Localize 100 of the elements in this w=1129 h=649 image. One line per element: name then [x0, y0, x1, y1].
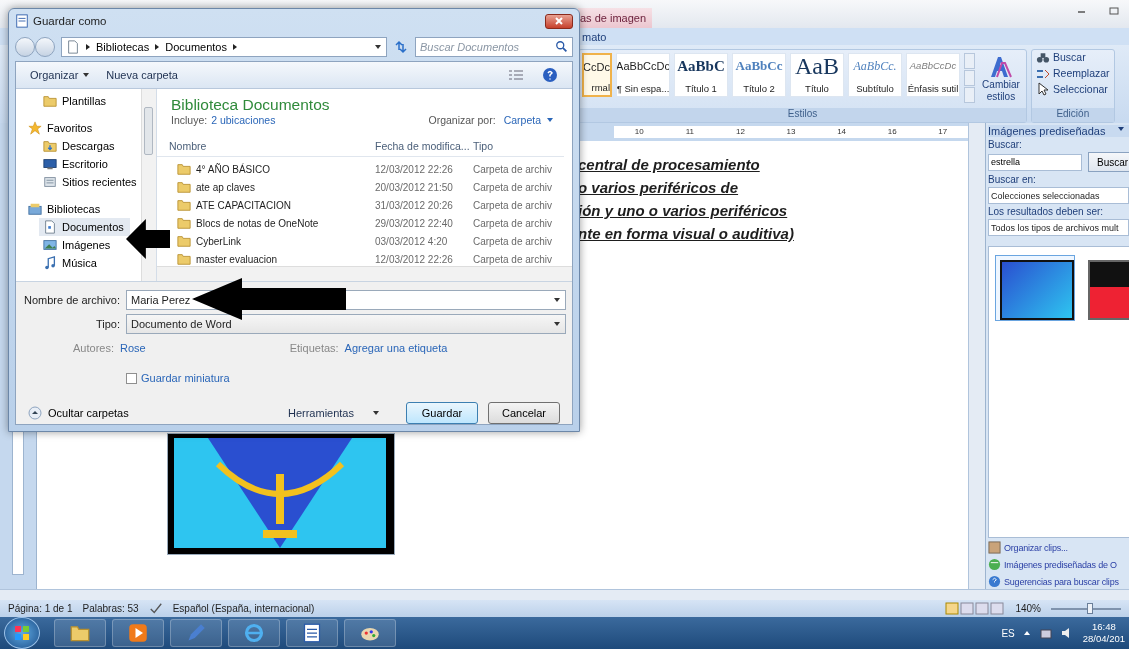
navigation-item[interactable]: Imágenes	[39, 236, 117, 254]
vertical-scrollbar[interactable]	[968, 123, 985, 589]
tags-link[interactable]: Agregar una etiqueta	[344, 342, 448, 354]
clipart-thumbnail[interactable]	[995, 255, 1075, 321]
navigation-item[interactable]: Escritorio	[39, 155, 114, 173]
help-icon	[988, 575, 1001, 588]
navigation-item[interactable]: Favoritos	[24, 119, 99, 137]
ruler-number: 17	[917, 126, 969, 138]
hide-folders-button[interactable]: Ocultar carpetas	[28, 406, 129, 420]
caret-icon	[553, 296, 561, 304]
back-button[interactable]	[15, 37, 35, 57]
restore-icon[interactable]	[1109, 6, 1119, 16]
authors-value[interactable]: Rose	[120, 342, 146, 354]
zoom-level[interactable]: 140%	[1015, 603, 1041, 614]
column-header[interactable]: Nombre	[157, 140, 375, 152]
locations-link[interactable]: 2 ubicaciones	[211, 114, 276, 126]
contextual-tab[interactable]: as de imagen	[578, 8, 653, 28]
zoom-thumb[interactable]	[1086, 602, 1093, 614]
taskbar-button[interactable]	[344, 619, 396, 647]
view-list-icon[interactable]	[508, 68, 524, 82]
ribbon-button[interactable]: Reemplazar	[1036, 66, 1110, 80]
proofing-icon[interactable]	[148, 601, 163, 616]
collections-dropdown[interactable]: Colecciones seleccionadas	[988, 187, 1129, 204]
ribbon-button[interactable]: Seleccionar	[1036, 82, 1108, 96]
horizontal-scrollbar[interactable]	[157, 266, 572, 281]
file-date: 31/03/2012 20:26	[375, 199, 454, 211]
taskbar-button[interactable]	[286, 619, 338, 647]
style-option[interactable]: CcDc rmal	[582, 53, 612, 97]
clock-date[interactable]: 28/04/201	[1082, 633, 1125, 645]
checkbox-label[interactable]: Guardar miniatura	[141, 372, 230, 384]
caret-icon	[374, 43, 382, 51]
taskbar-button[interactable]	[54, 619, 106, 647]
file-date: 03/03/2012 4:20	[375, 235, 449, 247]
navigation-item[interactable]: Descargas	[39, 137, 121, 155]
caret-icon	[82, 71, 91, 79]
arrange-dropdown[interactable]: Carpeta	[503, 114, 554, 126]
picture-icon	[43, 238, 57, 252]
library-title: Biblioteca Documentos	[171, 96, 330, 114]
column-header[interactable]: Tipo	[473, 140, 564, 152]
clipart-drawing[interactable]	[167, 433, 395, 555]
play-icon	[128, 623, 148, 643]
help-icon[interactable]	[542, 67, 558, 83]
caret-icon	[372, 409, 380, 417]
toolbar-button[interactable]: Organizar	[30, 69, 91, 81]
file-types-dropdown[interactable]: Todos los tipos de archivos mult	[988, 219, 1129, 236]
forward-button[interactable]	[35, 37, 55, 57]
ribbon-button[interactable]: Buscar	[1036, 50, 1086, 64]
file-type-dropdown[interactable]: Documento de Word	[126, 314, 566, 334]
taskbar-button[interactable]	[112, 619, 164, 647]
caret-icon	[553, 320, 561, 328]
refresh-icon[interactable]	[393, 39, 409, 55]
save-button[interactable]: Guardar	[406, 402, 478, 424]
navigation-item[interactable]: Documentos	[39, 218, 130, 236]
clock-time[interactable]: 16:48	[1091, 621, 1116, 633]
group-label: Edición	[1032, 108, 1114, 122]
field-label: Buscar en:	[988, 174, 1037, 185]
style-option[interactable]: AaBbCc Título 2	[732, 53, 786, 97]
search-button[interactable]: Buscar	[1088, 152, 1129, 172]
ribbon-tab[interactable]: mato	[578, 30, 611, 43]
search-field[interactable]: estrella	[988, 153, 1082, 171]
horizontal-scrollbar[interactable]	[0, 589, 1129, 600]
style-name: ¶ Sin espa...	[617, 83, 669, 94]
close-button[interactable]	[545, 13, 573, 29]
change-styles-button[interactable]: Cambiar estilos	[979, 53, 1023, 103]
style-name: Título 1	[685, 83, 717, 94]
tray-arrow-icon[interactable]	[1022, 629, 1031, 637]
field-label: Autores:	[72, 342, 115, 354]
style-option[interactable]: AaBbCc. Subtítulo	[848, 53, 902, 97]
style-option[interactable]: AaBbC Título 1	[674, 53, 728, 97]
checkbox[interactable]	[126, 372, 137, 384]
style-option[interactable]: AaB Título	[790, 53, 844, 97]
style-name: Título	[805, 83, 829, 94]
scrollbar-thumb[interactable]	[144, 107, 153, 155]
language[interactable]: Español (España, internacional)	[172, 603, 315, 614]
style-name: Título 2	[743, 83, 775, 94]
start-button[interactable]	[4, 617, 40, 649]
navigation-item[interactable]: Plantillas	[39, 92, 113, 110]
style-option[interactable]: AaBbCcDc ¶ Sin espa...	[616, 53, 670, 97]
cancel-button[interactable]: Cancelar	[488, 402, 560, 424]
word-document-icon	[15, 14, 29, 28]
pane-link[interactable]: Sugerencias para buscar clips	[988, 574, 1129, 589]
breadcrumb[interactable]: Bibliotecas	[96, 41, 150, 53]
arrange-label: Organizar por:	[428, 114, 496, 126]
column-header[interactable]: Fecha de modifica...	[375, 140, 473, 152]
style-name: rmal	[591, 82, 610, 93]
navigation-item[interactable]: Sitios recientes	[39, 173, 141, 191]
address-bar[interactable]: Bibliotecas Documentos	[61, 37, 387, 57]
navigation-item[interactable]: Bibliotecas	[24, 200, 107, 218]
breadcrumb[interactable]: Documentos	[165, 41, 227, 53]
input-language[interactable]: ES	[1001, 627, 1015, 639]
pane-link[interactable]: Imágenes prediseñadas de O	[988, 557, 1129, 572]
toolbar-button[interactable]: Nueva carpeta	[106, 69, 178, 81]
file-name: CyberLink	[196, 235, 242, 247]
pane-link[interactable]: Organizar clips...	[988, 540, 1129, 555]
navigation-item[interactable]: Música	[39, 254, 103, 272]
ruler-number: 10	[614, 126, 665, 138]
file-name: master evaluacion	[196, 253, 278, 265]
caret-icon	[1117, 125, 1125, 133]
tools-button[interactable]: Herramientas	[287, 407, 380, 419]
style-option[interactable]: AaBbCcDc Énfasis sutil	[906, 53, 960, 97]
